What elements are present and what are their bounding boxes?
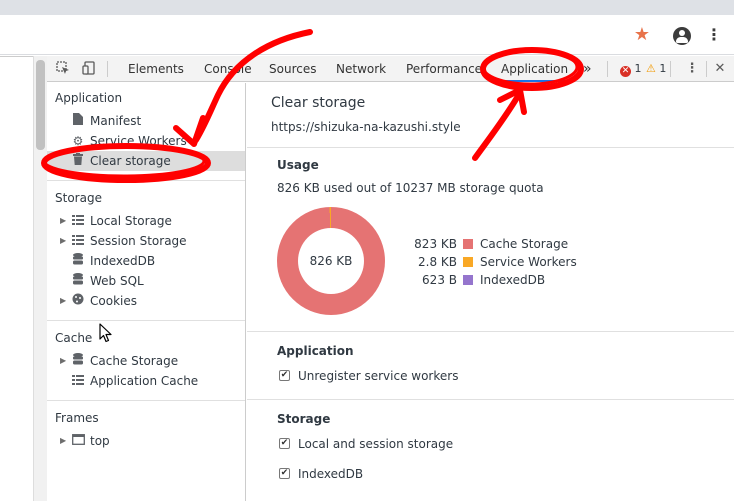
- star-icon[interactable]: ★: [630, 24, 654, 46]
- legend-item-service-workers: 2.8 KB Service Workers: [397, 253, 597, 271]
- legend-value: 823 KB: [414, 237, 457, 251]
- legend-value: 2.8 KB: [418, 255, 457, 269]
- sidebar-item-web-sql[interactable]: Web SQL: [47, 271, 245, 291]
- checkbox[interactable]: ✔: [279, 438, 290, 449]
- clear-storage-panel: Clear storage https://shizuka-na-kazushi…: [247, 83, 734, 501]
- error-icon: ✕: [620, 66, 631, 77]
- grid-icon: [71, 211, 85, 231]
- sidebar-section-application: Application: [55, 91, 123, 105]
- usage-summary: 826 KB used out of 10237 MB storage quot…: [277, 181, 544, 195]
- browser-tab-strip: [0, 0, 734, 15]
- database-icon: [71, 271, 85, 291]
- devtools-panel: Elements Console Sources Network Perform…: [47, 56, 734, 501]
- storage-heading: Storage: [277, 412, 331, 426]
- devtools-menu-icon[interactable]: ⋮: [684, 61, 700, 77]
- sidebar-item-cache-storage[interactable]: ▶ Cache Storage: [47, 351, 245, 371]
- sidebar-section-storage: Storage: [55, 191, 102, 205]
- device-toolbar-icon[interactable]: [81, 61, 97, 77]
- close-devtools-icon[interactable]: ✕: [712, 61, 728, 77]
- toolbar-divider: [107, 61, 108, 77]
- usage-donut-chart: 826 KB: [277, 207, 385, 315]
- expand-arrow-icon[interactable]: ▶: [60, 291, 68, 311]
- sidebar-divider: [47, 400, 245, 401]
- sidebar-item-application-cache[interactable]: Application Cache: [47, 371, 245, 391]
- sidebar-item-service-workers[interactable]: ⚙ Service Workers: [47, 131, 245, 151]
- application-heading: Application: [277, 344, 354, 358]
- legend-value: 623 B: [422, 273, 457, 287]
- sidebar-item-clear-storage[interactable]: Clear storage: [47, 151, 245, 171]
- legend-item-indexeddb: 623 B IndexedDB: [397, 271, 597, 289]
- tab-sources[interactable]: Sources: [267, 56, 318, 82]
- trash-icon: [71, 151, 85, 171]
- tab-elements[interactable]: Elements: [126, 56, 186, 82]
- inspect-element-icon[interactable]: [55, 61, 71, 77]
- legend-label: Service Workers: [480, 255, 577, 269]
- usage-heading: Usage: [277, 158, 319, 172]
- application-sidebar: Application Manifest ⚙ Service Workers C…: [47, 83, 246, 501]
- tab-console[interactable]: Console: [202, 56, 254, 82]
- page-title: Clear storage: [271, 95, 366, 111]
- legend-swatch: [463, 275, 473, 285]
- expand-arrow-icon[interactable]: ▶: [60, 351, 68, 371]
- cookie-icon: [71, 291, 85, 311]
- section-divider: [247, 147, 734, 148]
- checkbox[interactable]: ✔: [279, 370, 290, 381]
- sidebar-item-local-storage[interactable]: ▶ Local Storage: [47, 211, 245, 231]
- error-count-badge[interactable]: ✕ 1: [620, 62, 642, 77]
- mouse-cursor-icon: [99, 323, 112, 343]
- scrollbar-thumb[interactable]: [36, 60, 45, 150]
- sidebar-divider: [47, 180, 245, 181]
- page-content-area: [0, 56, 33, 501]
- expand-arrow-icon[interactable]: ▶: [60, 431, 68, 451]
- sidebar-divider: [47, 320, 245, 321]
- browser-menu-icon[interactable]: ⋮: [704, 24, 724, 46]
- sidebar-item-indexeddb[interactable]: IndexedDB: [47, 251, 245, 271]
- tab-network[interactable]: Network: [334, 56, 388, 82]
- checkbox[interactable]: ✔: [279, 468, 290, 479]
- legend-label: Cache Storage: [480, 237, 569, 251]
- legend-swatch: [463, 257, 473, 267]
- database-icon: [71, 351, 85, 371]
- account-icon[interactable]: [670, 24, 694, 46]
- sidebar-section-frames: Frames: [55, 411, 99, 425]
- gear-icon: ⚙: [72, 134, 84, 148]
- more-tabs-button[interactable]: »: [581, 56, 594, 82]
- page-scrollbar[interactable]: [33, 56, 47, 501]
- sidebar-item-session-storage[interactable]: ▶ Session Storage: [47, 231, 245, 251]
- legend-label: IndexedDB: [480, 273, 546, 287]
- legend-swatch: [463, 239, 473, 249]
- toolbar-divider: [670, 61, 671, 77]
- origin-url: https://shizuka-na-kazushi.style: [271, 120, 461, 134]
- tab-application[interactable]: Application: [499, 56, 571, 82]
- grid-icon: [71, 371, 85, 391]
- sidebar-item-top-frame[interactable]: ▶ top: [47, 431, 245, 451]
- warning-icon: ⚠: [646, 62, 656, 75]
- warning-count-badge[interactable]: ⚠ 1: [646, 62, 666, 76]
- donut-center-label: 826 KB: [298, 228, 364, 294]
- legend-item-cache-storage: 823 KB Cache Storage: [397, 235, 597, 253]
- section-divider: [247, 399, 734, 400]
- expand-arrow-icon[interactable]: ▶: [60, 211, 68, 231]
- toolbar-divider: [706, 61, 707, 77]
- grid-icon: [71, 231, 85, 251]
- devtools-toolbar: Elements Console Sources Network Perform…: [47, 56, 734, 82]
- tab-performance[interactable]: Performance: [404, 56, 484, 82]
- expand-arrow-icon[interactable]: ▶: [60, 231, 68, 251]
- sidebar-section-cache: Cache: [55, 331, 93, 345]
- section-divider: [247, 331, 734, 332]
- browser-toolbar: ★ ⋮: [0, 15, 734, 55]
- sidebar-item-manifest[interactable]: Manifest: [47, 111, 245, 131]
- window-icon: [71, 431, 85, 451]
- sidebar-item-cookies[interactable]: ▶ Cookies: [47, 291, 245, 311]
- database-icon: [71, 251, 85, 271]
- document-icon: [71, 111, 85, 131]
- toolbar-divider: [607, 61, 608, 77]
